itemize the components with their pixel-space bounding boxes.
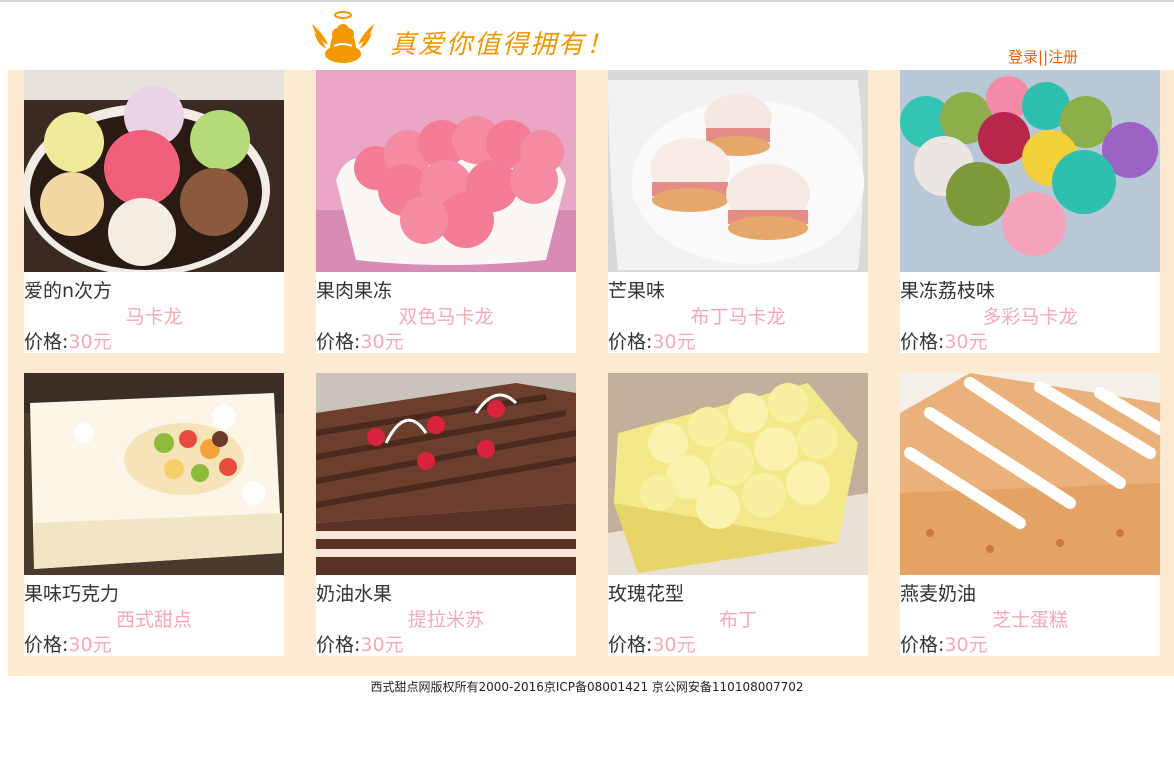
product-image-chocolate-cake[interactable]: [316, 373, 576, 575]
product-category: 芝士蛋糕: [991, 609, 1068, 631]
site-footer: 西式甜点网版权所有2000-2016京ICP备08001421 京公网安备110…: [0, 678, 1174, 695]
price-label: 价格:: [24, 331, 69, 353]
chef-hat-logo-icon[interactable]: [308, 10, 378, 66]
price-value: 30元: [360, 331, 404, 353]
price-value: 30元: [944, 634, 988, 656]
price-value: 30元: [68, 634, 112, 656]
product-grid: 爱的n次方 马卡龙 价格:30元 果肉果冻 双色马卡龙 价格:30元 芒果味 布…: [8, 70, 1174, 676]
auth-links: 登录||注册: [1008, 46, 1078, 67]
product-card[interactable]: 果肉果冻 双色马卡龙 价格:30元: [316, 70, 576, 353]
product-category: 马卡龙: [125, 306, 183, 328]
product-card[interactable]: 玫瑰花型 布丁 价格:30元: [608, 373, 868, 656]
product-card[interactable]: 芒果味 布丁马卡龙 价格:30元: [608, 70, 868, 353]
price-value: 30元: [68, 331, 112, 353]
product-price: 价格:30元: [24, 327, 112, 353]
product-name[interactable]: 爱的n次方: [24, 276, 112, 303]
product-card[interactable]: 奶油水果 提拉米苏 价格:30元: [316, 373, 576, 656]
product-category: 布丁马卡龙: [690, 306, 786, 328]
price-value: 30元: [360, 634, 404, 656]
product-image-rose-cake[interactable]: [608, 373, 868, 575]
price-label: 价格:: [608, 331, 653, 353]
product-category: 提拉米苏: [407, 609, 484, 631]
price-label: 价格:: [316, 331, 361, 353]
product-card[interactable]: 燕麦奶油 芝士蛋糕 价格:30元: [900, 373, 1160, 656]
product-price: 价格:30元: [900, 630, 988, 656]
product-category: 西式甜点: [115, 609, 192, 631]
price-label: 价格:: [900, 331, 945, 353]
product-name[interactable]: 芒果味: [608, 276, 665, 303]
site-header: 真爱你值得拥有！ 登录||注册: [0, 2, 1174, 70]
product-image-iced-pastries[interactable]: [608, 70, 868, 272]
product-card[interactable]: 果味巧克力 西式甜点 价格:30元: [24, 373, 284, 656]
product-price: 价格:30元: [316, 630, 404, 656]
product-category: 双色马卡龙: [398, 306, 494, 328]
product-card[interactable]: 爱的n次方 马卡龙 价格:30元: [24, 70, 284, 353]
product-category: 多彩马卡龙: [982, 306, 1078, 328]
product-name[interactable]: 果肉果冻: [316, 276, 392, 303]
product-name[interactable]: 果冻荔枝味: [900, 276, 995, 303]
product-price: 价格:30元: [608, 327, 696, 353]
product-price: 价格:30元: [24, 630, 112, 656]
price-label: 价格:: [316, 634, 361, 656]
product-name[interactable]: 玫瑰花型: [608, 579, 684, 606]
price-label: 价格:: [900, 634, 945, 656]
product-price: 价格:30元: [316, 327, 404, 353]
product-name[interactable]: 奶油水果: [316, 579, 392, 606]
product-image-oat-cream-cake[interactable]: [900, 373, 1160, 575]
login-link[interactable]: 登录: [1008, 48, 1038, 66]
product-image-pink-macarons[interactable]: [316, 70, 576, 272]
product-image-colorful-macarons[interactable]: [900, 70, 1160, 272]
auth-separator: ||: [1038, 48, 1049, 66]
product-image-macarons-box[interactable]: [24, 70, 284, 272]
price-label: 价格:: [608, 634, 653, 656]
copyright-text: 西式甜点网版权所有2000-2016京ICP备08001421 京公网安备110…: [370, 680, 804, 694]
site-slogan: 真爱你值得拥有！: [390, 30, 615, 60]
product-price: 价格:30元: [900, 327, 988, 353]
product-price: 价格:30元: [608, 630, 696, 656]
price-value: 30元: [652, 331, 696, 353]
product-name[interactable]: 果味巧克力: [24, 579, 119, 606]
register-link[interactable]: 注册: [1048, 48, 1078, 66]
product-image-fruit-cream-cake[interactable]: [24, 373, 284, 575]
price-label: 价格:: [24, 634, 69, 656]
product-name[interactable]: 燕麦奶油: [900, 579, 976, 606]
price-value: 30元: [652, 634, 696, 656]
product-category: 布丁: [718, 609, 757, 631]
product-card[interactable]: 果冻荔枝味 多彩马卡龙 价格:30元: [900, 70, 1160, 353]
price-value: 30元: [944, 331, 988, 353]
